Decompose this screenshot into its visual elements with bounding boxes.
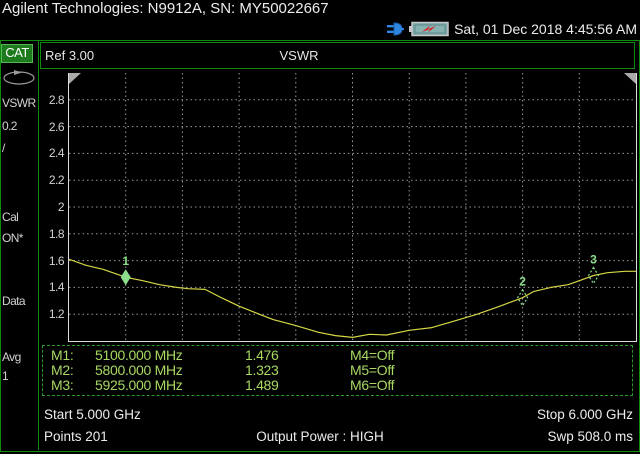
y-tick-label: 1.4 xyxy=(37,280,64,294)
mode-badge: CAT xyxy=(1,44,33,63)
y-tick-label: 1.8 xyxy=(37,227,64,241)
points-label: Points 201 xyxy=(44,429,108,444)
marker-value: 1.489 xyxy=(245,377,279,393)
continuous-sweep-icon xyxy=(2,68,36,86)
y-tick-label: 2 xyxy=(37,200,64,214)
y-tick-label: 1.6 xyxy=(37,254,64,268)
marker-label: M1: xyxy=(51,347,73,363)
ref-triangle-right-icon xyxy=(624,73,636,84)
y-tick-label: 1.2 xyxy=(37,307,64,321)
stop-frequency-label: Stop 6.000 GHz xyxy=(537,407,633,422)
y-tick-label: 2.6 xyxy=(37,120,64,134)
marker-off-label: M5=Off xyxy=(350,362,394,378)
marker-frequency: 5925.000 MHz xyxy=(95,377,182,393)
cal-status-line1: Cal xyxy=(2,210,18,224)
output-power-label: Output Power : HIGH xyxy=(240,429,400,444)
marker-frequency: 5100.000 MHz xyxy=(95,347,182,363)
sweep-time-label: Swp 508.0 ms xyxy=(547,429,633,444)
cal-status-line2: ON* xyxy=(2,231,23,245)
marker-frequency: 5800.000 MHz xyxy=(95,362,182,378)
marker-diamond-solid-icon xyxy=(121,269,131,285)
marker-off-label: M6=Off xyxy=(350,377,394,393)
chart-title: VSWR xyxy=(259,48,339,63)
vswr-plot: 1 2 3 xyxy=(68,73,637,342)
marker-number-label: 2 xyxy=(519,275,526,289)
marker-number-label: 1 xyxy=(122,254,129,268)
marker-table: M1: 5100.000 MHz 1.476 M4=Off M2: 5800.0… xyxy=(42,345,633,396)
scale-unit-label: / xyxy=(2,141,5,155)
marker-value: 1.476 xyxy=(245,347,279,363)
measurement-label: VSWR xyxy=(2,96,36,110)
scale-label: 0.2 xyxy=(2,119,17,133)
marker-label: M2: xyxy=(51,362,73,378)
y-tick-label: 2.8 xyxy=(37,93,64,107)
y-tick-label: 2.4 xyxy=(37,146,64,160)
average-label: Avg xyxy=(2,350,21,364)
marker-value: 1.323 xyxy=(245,362,279,378)
ref-title-box: Ref 3.00 VSWR xyxy=(40,42,635,69)
ref-level-label: Ref 3.00 xyxy=(45,48,94,63)
average-count: 1 xyxy=(2,369,8,383)
status-row: Sat, 01 Dec 2018 4:45:56 AM xyxy=(387,18,637,40)
battery-icon xyxy=(409,20,449,38)
marker-off-label: M4=Off xyxy=(350,347,394,363)
marker-label: M3: xyxy=(51,377,73,393)
ac-plug-icon xyxy=(387,20,404,38)
ref-triangle-left-icon xyxy=(69,73,81,84)
instrument-title: Agilent Technologies: N9912A, SN: MY5002… xyxy=(2,0,329,17)
trace-type-label: Data xyxy=(2,294,25,308)
start-frequency-label: Start 5.000 GHz xyxy=(44,407,141,422)
fieldfox-screen: Agilent Technologies: N9912A, SN: MY5002… xyxy=(0,0,640,454)
y-tick-label: 2.2 xyxy=(37,173,64,187)
datetime-label: Sat, 01 Dec 2018 4:45:56 AM xyxy=(454,21,637,37)
marker-number-label: 3 xyxy=(590,252,597,266)
